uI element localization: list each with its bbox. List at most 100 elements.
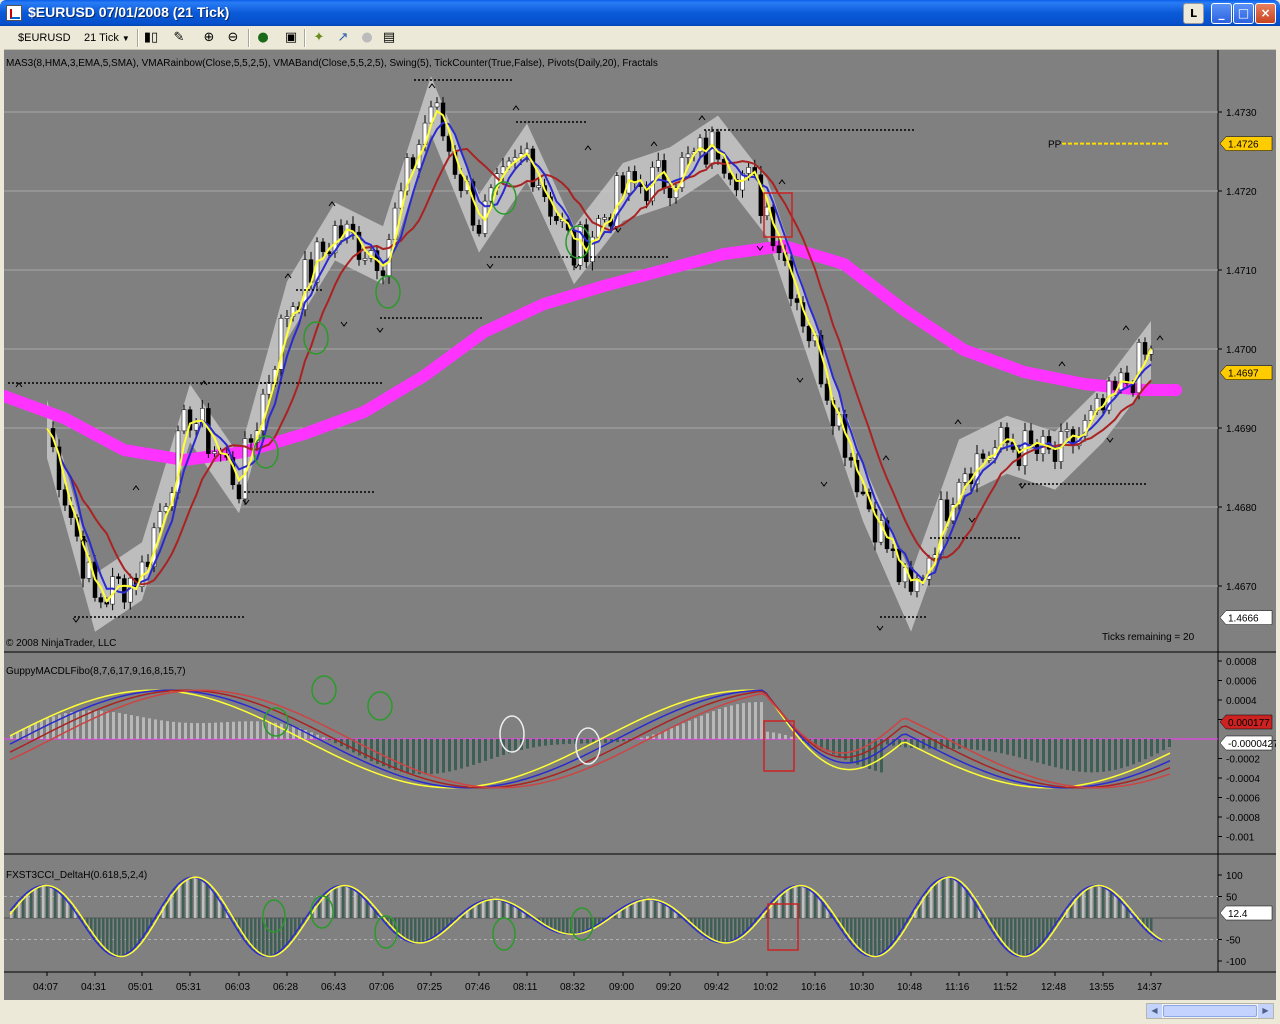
candlestick-icon[interactable]: ▮▯	[142, 29, 160, 47]
strategy-icon[interactable]: ✦	[310, 29, 328, 47]
signal-circle	[375, 275, 401, 309]
candle-body	[715, 131, 721, 160]
cci-tick-label: -100	[1226, 957, 1246, 968]
zoom-in-icon[interactable]: ⊕	[200, 29, 218, 47]
macd-histogram-bar	[328, 739, 331, 741]
macd-histogram-bar	[952, 739, 955, 749]
last-price-box: 1.4697	[1228, 369, 1259, 380]
candle-body	[806, 325, 812, 342]
candle-body	[380, 270, 386, 276]
macd-histogram-bar	[1042, 739, 1045, 765]
indicator-icon[interactable]: ↗	[334, 29, 352, 47]
cci-histogram-bar	[942, 877, 945, 918]
instrument-label: $EURUSD	[18, 32, 71, 44]
data-box-icon[interactable]: ▤	[380, 29, 398, 47]
macd-histogram-bar	[1000, 739, 1003, 754]
cci-tick-label: 50	[1226, 893, 1238, 904]
minimize-button[interactable]: _	[1211, 3, 1232, 24]
candle-body	[212, 451, 217, 454]
macd-histogram-bar	[466, 739, 469, 767]
cci-histogram-bar	[722, 918, 725, 943]
cci-histogram-bar	[278, 918, 281, 953]
cci-histogram-bar	[582, 918, 585, 933]
interval-selector[interactable]: 21 Tick ▼	[84, 29, 134, 47]
macd-histogram-bar	[556, 739, 559, 745]
macd-histogram-bar	[1090, 739, 1093, 773]
draw-pencil-icon[interactable]: ✎	[170, 29, 188, 47]
cci-histogram-bar	[498, 899, 501, 918]
fractal-down-arrow	[376, 327, 384, 333]
macd-histogram-bar	[292, 726, 295, 739]
macd-histogram-bar	[190, 722, 193, 739]
macd-histogram-bar	[976, 739, 979, 750]
cci-histogram-bar	[706, 918, 709, 938]
cci-histogram-bar	[110, 918, 113, 955]
cci-histogram-bar	[586, 918, 589, 931]
cci-histogram-bar	[1022, 918, 1025, 957]
cci-tick-label: -50	[1226, 936, 1241, 947]
signal-circle	[492, 917, 516, 951]
time-tick-label: 07:25	[417, 982, 442, 993]
fractal-up-arrow	[132, 485, 140, 491]
cci-histogram-bar	[718, 918, 721, 943]
cci-histogram-bar	[402, 918, 405, 939]
interval-label: 21 Tick	[84, 32, 119, 44]
chevron-down-icon: ▼	[121, 34, 130, 43]
fractal-up-arrow	[778, 179, 786, 185]
candle-body	[554, 216, 559, 221]
close-button[interactable]: ×	[1255, 3, 1276, 24]
candle-body	[620, 175, 626, 194]
candle-body	[434, 102, 440, 108]
cci-histogram-bar	[426, 918, 429, 941]
macd-histogram-bar	[1132, 739, 1135, 765]
cci-histogram-bar	[782, 891, 785, 918]
macd-histogram-bar	[712, 711, 715, 739]
cci-histogram-bar	[1102, 886, 1105, 918]
link-button[interactable]: L	[1183, 3, 1204, 24]
properties-icon[interactable]: ▣	[282, 29, 300, 47]
cci-histogram-bar	[1034, 918, 1037, 952]
cci-histogram-bar	[726, 918, 729, 943]
cci-histogram-bar	[354, 889, 357, 918]
window-title: $EURUSD 07/01/2008 (21 Tick)	[28, 4, 230, 20]
scroll-thumb[interactable]	[1163, 1005, 1257, 1017]
cci-histogram-bar	[494, 899, 497, 918]
chart-canvas[interactable]: 1.4730 1.4720 1.4710 1.4700 1.4690 1.4680 1.46…	[4, 50, 1276, 1000]
macd-histogram-bar	[52, 716, 55, 739]
instrument-selector[interactable]: $EURUSD ▼	[18, 29, 80, 61]
candle-body	[848, 457, 854, 461]
macd-histogram-bar	[130, 715, 133, 739]
title-bar[interactable]: $EURUSD 07/01/2008 (21 Tick) L _ □ ×	[0, 0, 1280, 26]
macd-histogram-bar	[994, 739, 997, 753]
macd-tick-label: 0.0006	[1226, 677, 1257, 688]
cci-histogram-bar	[1006, 918, 1009, 950]
scroll-left-icon[interactable]: ◀	[1147, 1004, 1162, 1018]
chart-toolbar: $EURUSD ▼ 21 Tick ▼ ▮▯ ✎ ⊕ ⊖ ● ▣ ✦ ↗ ● ▤	[4, 26, 1276, 61]
time-tick-label: 09:42	[704, 982, 729, 993]
cci-histogram-bar	[506, 902, 509, 918]
macd-histogram-bar	[970, 739, 973, 750]
scroll-right-icon[interactable]: ▶	[1258, 1004, 1273, 1018]
time-tick-label: 04:31	[81, 982, 106, 993]
fractal-up-arrow	[882, 455, 890, 461]
macd-histogram-bar	[730, 705, 733, 739]
cci-histogram-bar	[1106, 888, 1109, 918]
macd-histogram-bar	[718, 709, 721, 739]
cci-histogram-bar	[1098, 885, 1101, 918]
chart-area[interactable]: 1.4730 1.4720 1.4710 1.4700 1.4690 1.4680 1.46…	[4, 50, 1276, 1000]
globe-icon[interactable]: ●	[254, 29, 272, 47]
cci-histogram-bar	[578, 918, 581, 934]
macd-indicator-label: GuppyMACDLFibo(8,7,6,17,9,16,8,15,7)	[6, 666, 186, 677]
cci-histogram-bar	[26, 893, 29, 918]
disabled-circle-icon: ●	[361, 30, 373, 45]
cci-indicator-label: FXST3CCI_DeltaH(0.618,5,2,4)	[6, 870, 147, 881]
maximize-button[interactable]: □	[1233, 3, 1254, 24]
macd-histogram-bar	[394, 739, 397, 771]
cci-histogram-bar	[654, 900, 657, 918]
macd-histogram-bar	[1120, 739, 1123, 769]
zoom-out-icon[interactable]: ⊖	[224, 29, 242, 47]
macd-histogram-bar	[1018, 739, 1021, 758]
macd-histogram-bar	[1036, 739, 1039, 763]
horizontal-scrollbar[interactable]: ◀ ▶	[1146, 1003, 1274, 1019]
fractal-up-arrow	[1156, 335, 1164, 341]
